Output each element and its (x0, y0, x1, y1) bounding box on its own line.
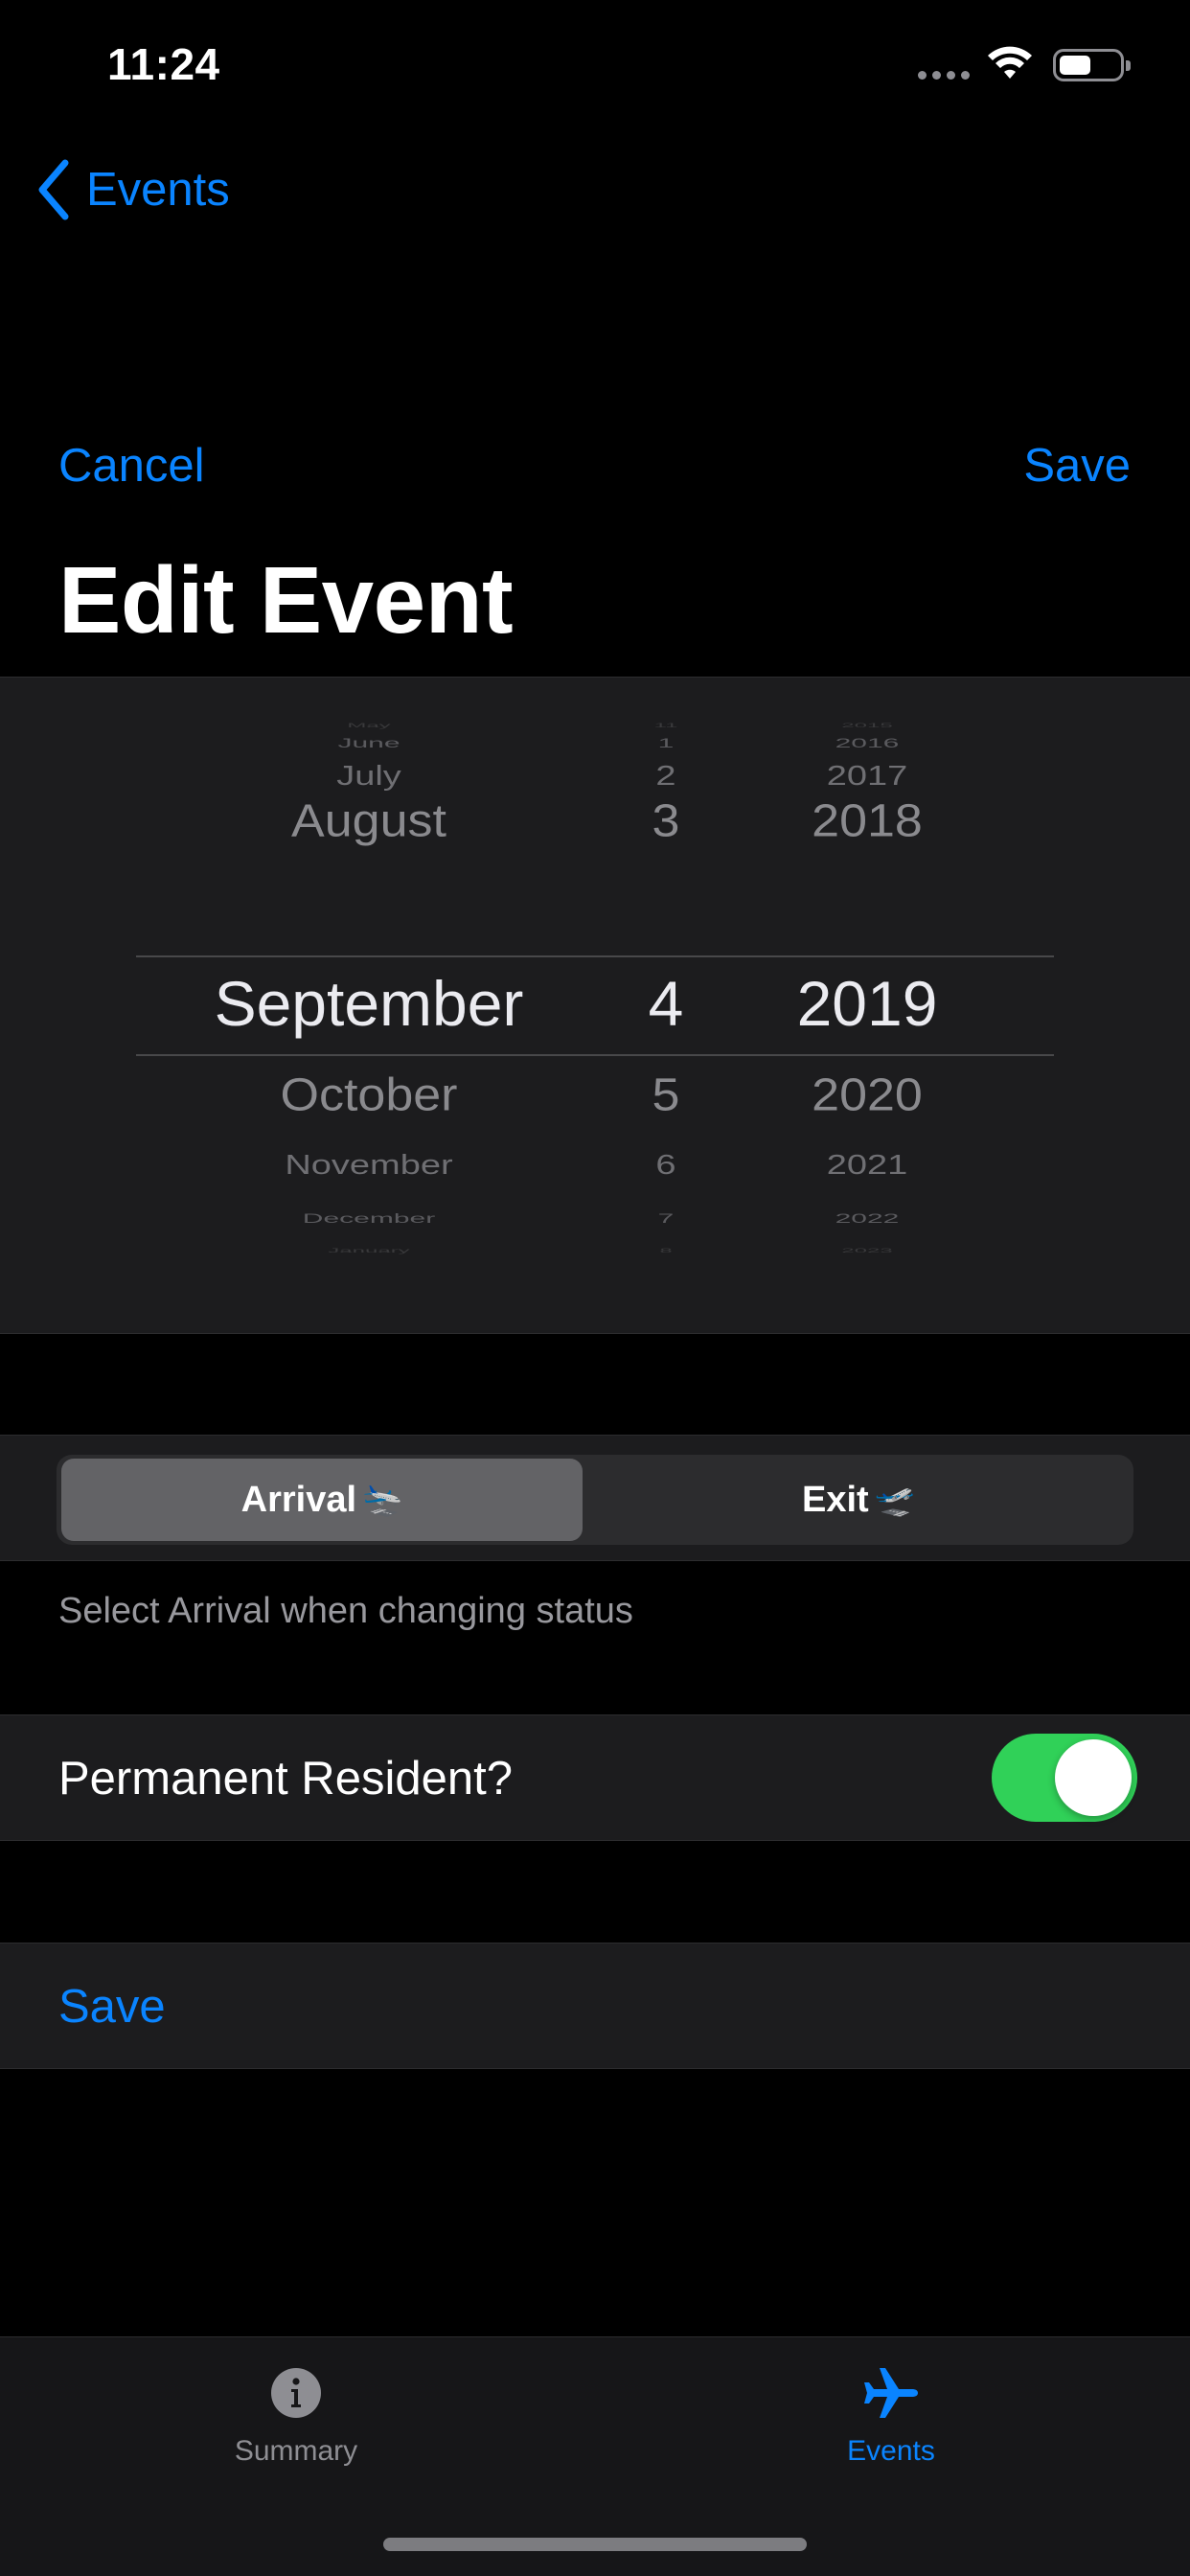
year-option[interactable]: 2021 (747, 1150, 987, 1181)
status-bar: 11:24 (0, 0, 1190, 129)
toggle-knob (1055, 1739, 1132, 1816)
day-option[interactable]: 7 (584, 1211, 747, 1226)
year-wheel[interactable]: 2015 2016 2017 2018 2019 2020 2021 2022 … (747, 678, 987, 1335)
year-option[interactable]: 2015 (747, 723, 987, 729)
month-option[interactable]: July (153, 761, 584, 792)
status-time: 11:24 (107, 39, 220, 89)
chevron-left-icon (38, 159, 69, 220)
segment-exit-label: Exit (801, 1479, 869, 1520)
day-option[interactable]: 8 (584, 1248, 747, 1254)
day-wheel[interactable]: 11 1 2 3 4 5 6 7 8 (584, 678, 747, 1335)
month-option[interactable]: June (153, 736, 584, 750)
save-button[interactable]: Save (1023, 439, 1131, 493)
home-indicator (383, 2538, 807, 2551)
cancel-button[interactable]: Cancel (58, 439, 205, 493)
segment-arrival-label: Arrival (240, 1479, 357, 1520)
tab-events[interactable]: Events (747, 2364, 1035, 2468)
year-option[interactable]: 2023 (747, 1248, 987, 1254)
airplane-icon (864, 2368, 918, 2418)
segment-arrival[interactable]: Arrival 🛬 (61, 1459, 583, 1541)
year-option[interactable]: 2020 (747, 1069, 987, 1121)
airplane-departure-icon: 🛫 (874, 1482, 916, 1518)
signal-icon (918, 71, 970, 80)
permanent-resident-label: Permanent Resident? (58, 1753, 513, 1805)
day-option-selected[interactable]: 4 (584, 967, 747, 1040)
airplane-arrival-icon: 🛬 (362, 1482, 403, 1518)
day-option[interactable]: 11 (584, 723, 747, 729)
save-row-button[interactable]: Save (58, 1980, 166, 2034)
day-option[interactable]: 5 (584, 1069, 747, 1121)
day-option[interactable]: 1 (584, 736, 747, 750)
tab-events-label: Events (847, 2435, 935, 2467)
status-segment-section: Arrival 🛬 Exit 🛫 (0, 1435, 1190, 1561)
month-option[interactable]: January (153, 1248, 584, 1254)
tab-summary-label: Summary (234, 2435, 358, 2467)
month-option[interactable]: November (153, 1150, 584, 1181)
segment-footer-text: Select Arrival when changing status (58, 1591, 633, 1631)
day-option[interactable]: 2 (584, 761, 747, 792)
permanent-resident-toggle[interactable] (992, 1734, 1137, 1822)
screen: 11:24 Events Cancel Save Edit Event May … (0, 0, 1190, 2576)
permanent-resident-row: Permanent Resident? (0, 1714, 1190, 1841)
year-option[interactable]: 2017 (747, 761, 987, 792)
year-option[interactable]: 2016 (747, 736, 987, 750)
arrival-exit-segmented-control[interactable]: Arrival 🛬 Exit 🛫 (57, 1455, 1133, 1545)
wifi-icon (988, 46, 1032, 79)
month-option[interactable]: May (153, 723, 584, 729)
page-title: Edit Event (58, 547, 514, 653)
day-option[interactable]: 6 (584, 1150, 747, 1181)
info-circle-icon (271, 2368, 321, 2418)
back-button-label: Events (86, 164, 230, 216)
month-option[interactable]: August (153, 794, 584, 847)
save-row[interactable]: Save (0, 1943, 1190, 2069)
battery-icon (1053, 49, 1131, 81)
month-option[interactable]: December (153, 1211, 584, 1226)
back-button[interactable]: Events (34, 158, 230, 221)
month-wheel[interactable]: May June July August September October N… (153, 678, 584, 1335)
tab-summary[interactable]: Summary (152, 2364, 440, 2468)
segment-exit[interactable]: Exit 🛫 (588, 1459, 1129, 1541)
month-option-selected[interactable]: September (153, 967, 584, 1040)
month-option[interactable]: October (153, 1069, 584, 1121)
year-option[interactable]: 2018 (747, 794, 987, 847)
day-option[interactable]: 3 (584, 794, 747, 847)
year-option-selected[interactable]: 2019 (747, 967, 987, 1040)
date-picker[interactable]: May June July August September October N… (0, 677, 1190, 1334)
year-option[interactable]: 2022 (747, 1211, 987, 1226)
